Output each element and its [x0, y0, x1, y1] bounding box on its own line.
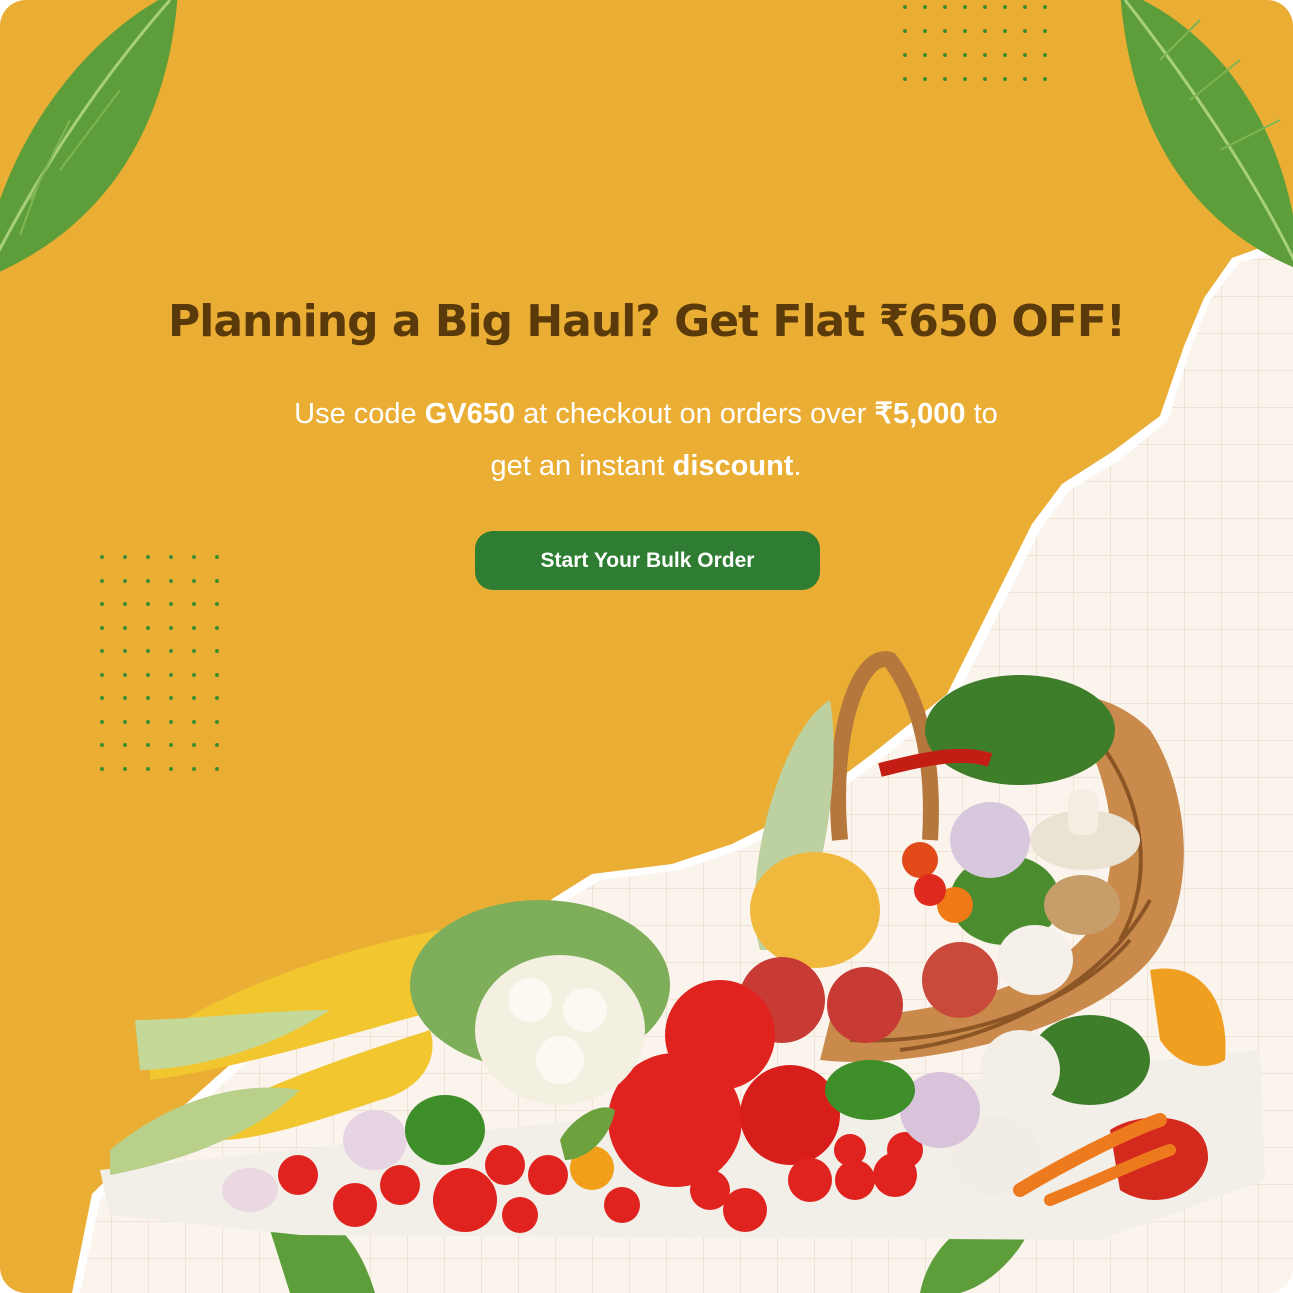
- vegetable-basket-illustration: [100, 651, 1265, 1240]
- promo-banner: Planning a Big Haul? Get Flat ₹650 OFF! …: [0, 0, 1293, 1293]
- offer-text: get an instant: [490, 450, 673, 482]
- offer-description: Use code GV650 at checkout on orders ove…: [196, 388, 1096, 492]
- offer-text: to: [965, 398, 998, 430]
- order-threshold: ₹5,000: [874, 398, 966, 430]
- headline: Planning a Big Haul? Get Flat ₹650 OFF!: [168, 296, 1126, 347]
- discount-emphasis: discount: [672, 450, 794, 482]
- promo-code: GV650: [424, 398, 516, 430]
- offer-text: at checkout on orders over: [515, 398, 875, 430]
- offer-text: .: [793, 450, 802, 482]
- start-bulk-order-button[interactable]: Start Your Bulk Order: [475, 531, 820, 590]
- offer-text: Use code: [294, 398, 425, 430]
